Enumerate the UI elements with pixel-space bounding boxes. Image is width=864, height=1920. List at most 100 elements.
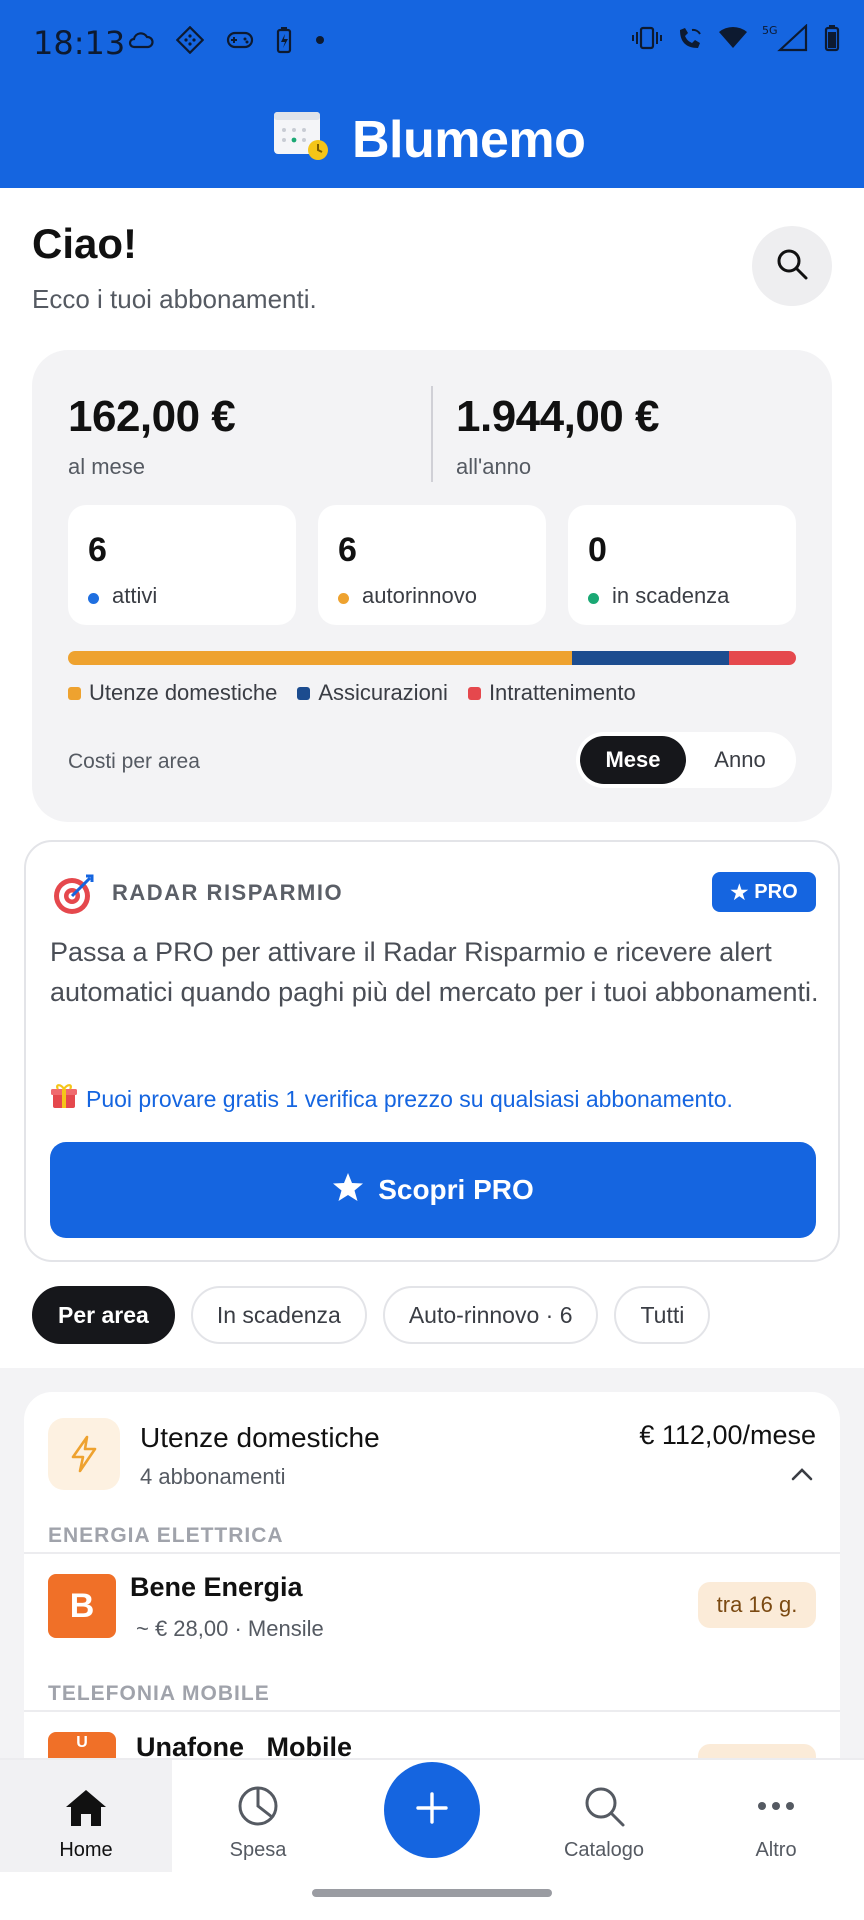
nav-altro[interactable]: Altro [690, 1760, 862, 1872]
chip-per-area[interactable]: Per area [32, 1286, 175, 1344]
home-icon [64, 1788, 108, 1833]
radar-description: Passa a PRO per attivare il Radar Rispar… [50, 937, 819, 1007]
app-grid-icon [176, 26, 204, 54]
network-label: 5G [762, 24, 778, 37]
chip-in-scadenza[interactable]: In scadenza [190, 1286, 367, 1344]
subscription-meta: ~ € 28,00 · Mensile [136, 1616, 324, 1641]
legend-swatch [297, 686, 311, 700]
summary-divider [431, 386, 433, 482]
status-time: 18:13 [33, 24, 126, 62]
stat-value: 6 [88, 531, 107, 569]
stat-value: 0 [588, 531, 607, 569]
nav-spesa-label: Spesa [229, 1839, 287, 1861]
stat-label: in scadenza [612, 583, 730, 608]
plus-icon [414, 1790, 450, 1831]
yearly-label: all'anno [456, 454, 532, 479]
cost-bar-segment [729, 651, 796, 665]
group-count: 4 abbonamenti [140, 1464, 286, 1489]
legend-label: Utenze domestiche [89, 680, 278, 705]
notification-dot-icon [314, 34, 326, 46]
legend-label: Assicurazioni [318, 680, 448, 705]
section-divider [24, 1710, 840, 1712]
search-icon [774, 246, 810, 287]
star-icon: ★ [730, 881, 749, 904]
battery-charging-icon [276, 26, 292, 54]
group-amount: € 112,00/mese [639, 1420, 816, 1450]
status-right-icons: 5G [632, 24, 840, 52]
wifi-icon [718, 26, 748, 50]
app-logo-icon [272, 110, 332, 162]
monthly-amount: 162,00 € [68, 392, 236, 441]
cloud-icon [128, 29, 154, 51]
target-icon [52, 874, 94, 916]
nav-altro-label: Altro [755, 1839, 797, 1861]
section-divider [24, 1552, 840, 1554]
yearly-amount: 1.944,00 € [456, 392, 659, 441]
period-toggle: Mese Anno [576, 732, 796, 788]
lightning-icon [48, 1418, 120, 1490]
discover-pro-label: Scopri PRO [378, 1174, 534, 1205]
free-trial-link[interactable]: Puoi provare gratis 1 verifica prezzo su… [50, 1082, 733, 1116]
legend-item-intrattenimento: Intrattenimento [467, 680, 636, 706]
monthly-label: al mese [68, 454, 146, 479]
status-bar: 18:13 5G [0, 0, 864, 86]
search-button[interactable] [752, 226, 832, 306]
cost-breakdown-bar [68, 651, 796, 665]
signal-5g-icon: 5G [762, 24, 810, 52]
battery-icon [824, 24, 840, 52]
filter-chips: Per area In scadenza Auto-rinnovo · 6 Tu… [32, 1286, 711, 1344]
app-title: Blumemo [352, 111, 586, 169]
provider-logo: B [48, 1574, 116, 1638]
pro-badge: ★ PRO [712, 872, 816, 912]
gamepad-icon [226, 29, 254, 51]
cost-area-label: Costi per area [68, 750, 200, 773]
gift-icon [50, 1082, 78, 1116]
nav-home-label: Home [59, 1839, 113, 1861]
section-header-telefonia: TELEFONIA MOBILE [48, 1682, 270, 1705]
stat-card-in-scadenza[interactable]: 0 in scadenza [568, 505, 796, 625]
chip-tutti[interactable]: Tutti [614, 1286, 711, 1344]
pro-badge-label: PRO [754, 880, 798, 903]
legend-item-utenze: Utenze domestiche [68, 680, 277, 706]
nav-spesa[interactable]: Spesa [172, 1760, 344, 1872]
greeting-title: Ciao! [32, 220, 137, 267]
wifi-call-icon [676, 24, 704, 52]
chip-auto-rinnovo[interactable]: Auto-rinnovo · 6 [382, 1286, 599, 1344]
nav-home[interactable]: Home [0, 1760, 172, 1872]
legend-label: Intrattenimento [488, 680, 636, 705]
cost-legend: Utenze domestiche Assicurazioni Intratte… [68, 680, 636, 706]
due-badge: tra 16 g. [698, 1582, 816, 1628]
legend-swatch [467, 686, 481, 700]
search-icon [582, 1784, 626, 1833]
stat-label: autorinnovo [362, 583, 477, 608]
status-dot [88, 593, 99, 604]
status-left-icons [128, 26, 326, 54]
stat-card-autorinnovo[interactable]: 6 autorinnovo [318, 505, 546, 625]
stat-label: attivi [112, 583, 158, 608]
section-header-energia: ENERGIA ELETTRICA [48, 1524, 284, 1547]
legend-swatch [68, 686, 81, 700]
status-dot [338, 593, 349, 604]
subscription-name: Bene Energia [130, 1572, 303, 1602]
nav-catalogo[interactable]: Catalogo [518, 1760, 690, 1872]
status-dot [588, 593, 599, 604]
provider-logo-letter: U [76, 1734, 88, 1751]
summary-card: 162,00 € al mese 1.944,00 € all'anno 6 a… [32, 350, 832, 822]
cost-bar-segment [68, 651, 572, 665]
group-title: Utenze domestiche [140, 1422, 380, 1453]
pie-chart-icon [236, 1784, 280, 1833]
vibrate-icon [632, 25, 662, 51]
chevron-up-icon[interactable] [790, 1466, 814, 1487]
stat-value: 6 [338, 531, 357, 569]
stat-card-attivi[interactable]: 6 attivi [68, 505, 296, 625]
toggle-anno[interactable]: Anno [688, 736, 792, 784]
greeting-subtitle: Ecco i tuoi abbonamenti. [32, 284, 317, 314]
gesture-handle [312, 1889, 552, 1897]
radar-title: RADAR RISPARMIO [112, 880, 344, 905]
legend-item-assicurazioni: Assicurazioni [297, 680, 448, 706]
app-header: 18:13 5G Blumemo [0, 0, 864, 188]
add-subscription-button[interactable] [384, 1762, 480, 1858]
toggle-mese[interactable]: Mese [580, 736, 686, 784]
discover-pro-button[interactable]: Scopri PRO [50, 1142, 816, 1238]
nav-catalogo-label: Catalogo [563, 1839, 645, 1861]
